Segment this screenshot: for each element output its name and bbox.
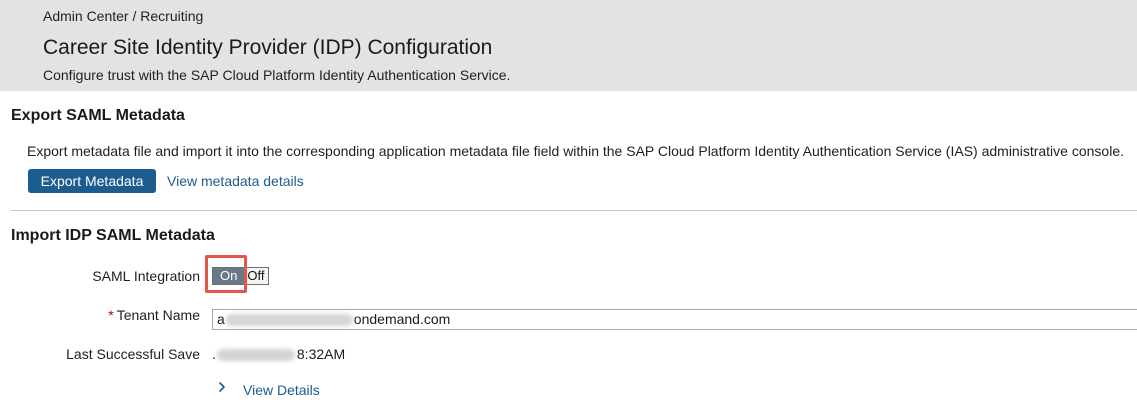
- section-divider: [11, 210, 1137, 211]
- toggle-off-option[interactable]: Off: [245, 268, 269, 284]
- tenant-value-suffix: ondemand.com: [353, 311, 451, 327]
- toggle-on-option[interactable]: On: [213, 268, 246, 284]
- tenant-value-prefix: a: [217, 311, 225, 327]
- last-successful-save-label: Last Successful Save: [66, 346, 200, 362]
- saml-integration-toggle[interactable]: On Off: [212, 267, 270, 285]
- saml-integration-label: SAML Integration: [92, 268, 200, 284]
- page-title: Career Site Identity Provider (IDP) Conf…: [43, 36, 493, 59]
- view-details-link[interactable]: View Details: [243, 382, 320, 398]
- export-description: Export metadata file and import it into …: [27, 143, 1124, 159]
- required-marker: *: [108, 307, 114, 323]
- page-subtitle: Configure trust with the SAP Cloud Platf…: [43, 67, 511, 83]
- last-successful-save-value: . 8:32AM: [212, 346, 345, 362]
- save-value-suffix: 8:32AM: [296, 346, 346, 362]
- tenant-name-input[interactable]: a ondemand.com: [212, 309, 1137, 330]
- chevron-right-icon[interactable]: [217, 381, 227, 393]
- tenant-name-label-text: Tenant Name: [116, 307, 200, 323]
- import-section-title: Import IDP SAML Metadata: [11, 227, 215, 244]
- redacted-text: [225, 314, 353, 327]
- export-section-title: Export SAML Metadata: [11, 107, 185, 124]
- redacted-text: [216, 349, 295, 362]
- view-metadata-details-link[interactable]: View metadata details: [167, 173, 304, 189]
- export-metadata-button[interactable]: Export Metadata: [28, 169, 156, 193]
- tenant-name-label: * Tenant Name: [108, 307, 200, 323]
- page-header: Admin Center / Recruiting Career Site Id…: [0, 0, 1137, 91]
- breadcrumb: Admin Center / Recruiting: [43, 8, 204, 24]
- save-value-prefix: .: [212, 346, 216, 362]
